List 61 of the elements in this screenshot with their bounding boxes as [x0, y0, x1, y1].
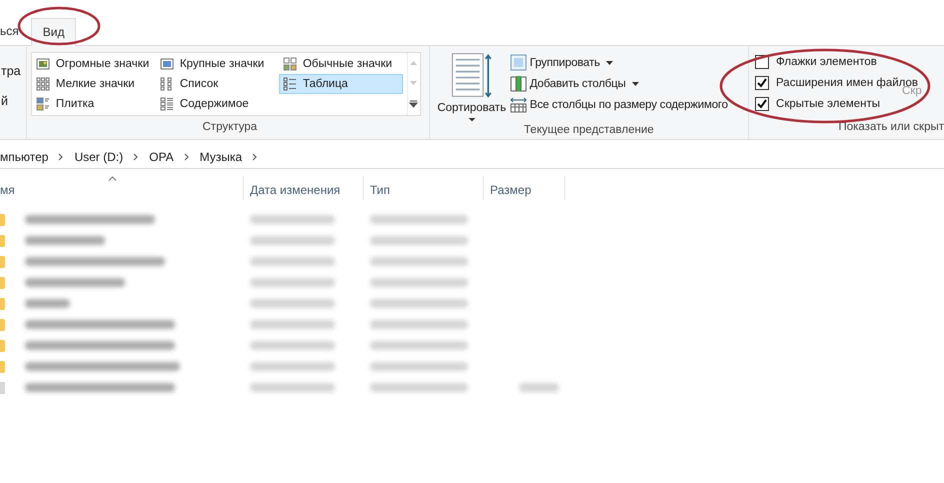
folder-icon [0, 298, 5, 310]
sort-button[interactable]: Сортировать [434, 52, 510, 122]
view-option[interactable]: Таблица [278, 74, 403, 94]
breadcrumb[interactable]: мпьютер [0, 150, 48, 164]
expand-gallery-icon [409, 100, 418, 108]
view-option[interactable]: Содержимое [156, 94, 279, 114]
breadcrumb[interactable]: Музыка [200, 150, 242, 164]
ribbon-command[interactable]: Добавить столбцы [510, 75, 728, 92]
grid-icon [36, 77, 50, 91]
ribbon-tab[interactable]: ься [0, 18, 29, 45]
chevron-icon [252, 153, 258, 161]
breadcrumb[interactable]: User (D:) [74, 150, 124, 164]
picture-frame-icon [36, 57, 50, 71]
folder-icon [0, 256, 5, 268]
folder-icon [0, 276, 5, 288]
ribbon-tab[interactable]: Вид [30, 18, 76, 46]
folder-icon [0, 360, 5, 372]
folder-icon [0, 340, 5, 352]
chevron-icon [58, 153, 64, 161]
column-header[interactable]: Размер [484, 176, 565, 200]
chevron-icon [184, 153, 190, 161]
group-label: Структура [202, 120, 258, 135]
column-header[interactable]: мя [0, 176, 244, 200]
caret-icon [468, 118, 476, 122]
list-icon [160, 77, 174, 91]
ribbon-command[interactable]: Все столбцы по размеру содержимого [510, 96, 728, 113]
ribbon-command[interactable]: й [0, 94, 26, 108]
view-option[interactable]: Обычные значки [278, 54, 403, 74]
checkbox[interactable] [755, 97, 770, 111]
columns-icon [510, 75, 527, 92]
group-icon [510, 54, 527, 71]
picture-frame-icon [160, 57, 174, 71]
view-option[interactable]: Огромные значки [32, 54, 156, 74]
fit-columns-icon [510, 96, 527, 113]
tiles-icon [36, 97, 50, 111]
checkbox-option[interactable]: Флажки элементов [755, 55, 918, 69]
group-label: Показать или скрыт [837, 120, 944, 135]
ribbon-command[interactable]: Группировать [510, 54, 728, 71]
blurred-text [519, 383, 559, 392]
column-header[interactable]: Тип [364, 176, 484, 200]
blurred-text [25, 299, 70, 308]
column-header[interactable]: Дата изменения [244, 176, 364, 200]
folder-icon [0, 214, 5, 226]
chevron-icon [133, 153, 140, 161]
content-list-icon [160, 97, 174, 111]
view-option[interactable]: Мелкие значки [32, 74, 156, 94]
scroll-down-icon [409, 80, 418, 86]
breadcrumb[interactable]: OPA [149, 150, 174, 164]
details-list-icon [282, 77, 297, 91]
file-icon [0, 382, 5, 394]
grid-icon [282, 57, 297, 71]
view-option[interactable]: Крупные значки [156, 54, 279, 74]
view-option[interactable]: Список [156, 74, 279, 94]
view-option[interactable]: Плитка [32, 94, 156, 114]
checkbox[interactable] [755, 76, 770, 90]
scroll-up-icon [409, 60, 418, 66]
checkbox-option[interactable]: Скрытые элементы [755, 97, 918, 111]
ribbon-command[interactable]: тра [0, 64, 26, 78]
folder-icon [0, 234, 5, 246]
group-label: Текущее представление [522, 123, 655, 138]
folder-icon [0, 318, 5, 330]
